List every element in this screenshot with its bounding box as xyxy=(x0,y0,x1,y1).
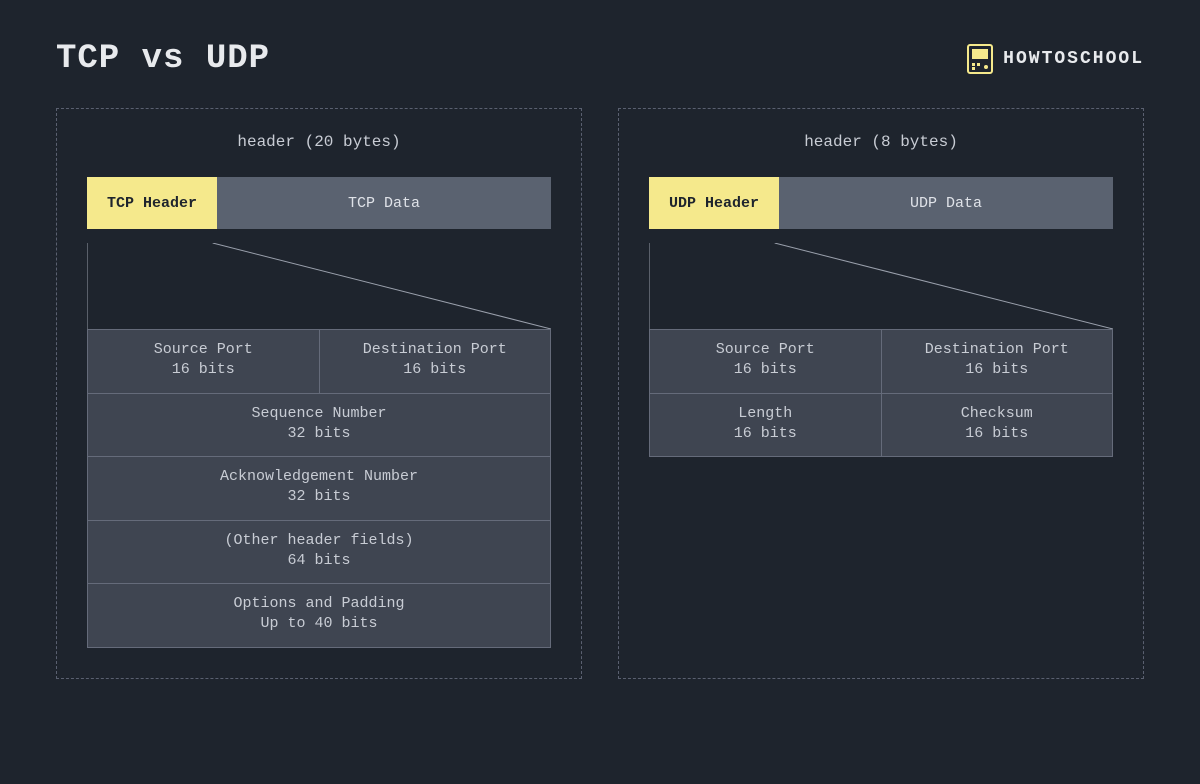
field-bits: 16 bits xyxy=(656,424,875,444)
udp-header-block: UDP Header xyxy=(649,177,779,229)
field-name: Length xyxy=(656,404,875,424)
panels-container: header (20 bytes) TCP Header TCP Data So… xyxy=(0,108,1200,679)
field-cell: Destination Port16 bits xyxy=(319,330,551,393)
field-row: Sequence Number32 bits xyxy=(87,393,551,458)
tcp-fields-table: Source Port16 bitsDestination Port16 bit… xyxy=(87,329,551,648)
tcp-connector-lines xyxy=(87,243,551,329)
field-name: Source Port xyxy=(94,340,313,360)
tcp-panel: header (20 bytes) TCP Header TCP Data So… xyxy=(56,108,582,679)
field-row: Options and PaddingUp to 40 bits xyxy=(87,583,551,648)
udp-panel: header (8 bytes) UDP Header UDP Data Sou… xyxy=(618,108,1144,679)
field-cell: Options and PaddingUp to 40 bits xyxy=(88,584,550,647)
field-row: Acknowledgement Number32 bits xyxy=(87,456,551,521)
udp-connector-lines xyxy=(649,243,1113,329)
field-bits: 16 bits xyxy=(326,360,545,380)
tcp-header-size-label: header (20 bytes) xyxy=(87,133,551,151)
field-name: Source Port xyxy=(656,340,875,360)
tcp-segment-bar: TCP Header TCP Data xyxy=(87,177,551,229)
field-name: Acknowledgement Number xyxy=(94,467,544,487)
field-cell: Acknowledgement Number32 bits xyxy=(88,457,550,520)
field-name: Destination Port xyxy=(326,340,545,360)
field-cell: (Other header fields)64 bits xyxy=(88,521,550,584)
field-cell: Length16 bits xyxy=(650,394,881,457)
field-cell: Checksum16 bits xyxy=(881,394,1113,457)
udp-segment-bar: UDP Header UDP Data xyxy=(649,177,1113,229)
brand-text: HOWTOSCHOOL xyxy=(1003,49,1144,69)
udp-data-block: UDP Data xyxy=(779,177,1113,229)
field-name: Options and Padding xyxy=(94,594,544,614)
field-bits: 16 bits xyxy=(94,360,313,380)
field-name: (Other header fields) xyxy=(94,531,544,551)
field-bits: 16 bits xyxy=(888,424,1107,444)
field-name: Checksum xyxy=(888,404,1107,424)
field-row: Source Port16 bitsDestination Port16 bit… xyxy=(649,329,1113,394)
udp-fields-table: Source Port16 bitsDestination Port16 bit… xyxy=(649,329,1113,457)
field-cell: Source Port16 bits xyxy=(88,330,319,393)
field-bits: 64 bits xyxy=(94,551,544,571)
field-bits: Up to 40 bits xyxy=(94,614,544,634)
field-cell: Sequence Number32 bits xyxy=(88,394,550,457)
page-title: TCP vs UDP xyxy=(56,40,270,78)
field-cell: Source Port16 bits xyxy=(650,330,881,393)
header-bar: TCP vs UDP HOWTOSCHOOL xyxy=(0,0,1200,108)
field-row: Source Port16 bitsDestination Port16 bit… xyxy=(87,329,551,394)
udp-header-size-label: header (8 bytes) xyxy=(649,133,1113,151)
field-bits: 16 bits xyxy=(656,360,875,380)
field-bits: 32 bits xyxy=(94,487,544,507)
field-row: (Other header fields)64 bits xyxy=(87,520,551,585)
field-row: Length16 bitsChecksum16 bits xyxy=(649,393,1113,458)
field-cell: Destination Port16 bits xyxy=(881,330,1113,393)
tcp-header-block: TCP Header xyxy=(87,177,217,229)
field-name: Destination Port xyxy=(888,340,1107,360)
field-bits: 32 bits xyxy=(94,424,544,444)
tcp-data-block: TCP Data xyxy=(217,177,551,229)
brand-logo: HOWTOSCHOOL xyxy=(967,44,1144,74)
field-bits: 16 bits xyxy=(888,360,1107,380)
gameboy-icon xyxy=(967,44,993,74)
field-name: Sequence Number xyxy=(94,404,544,424)
